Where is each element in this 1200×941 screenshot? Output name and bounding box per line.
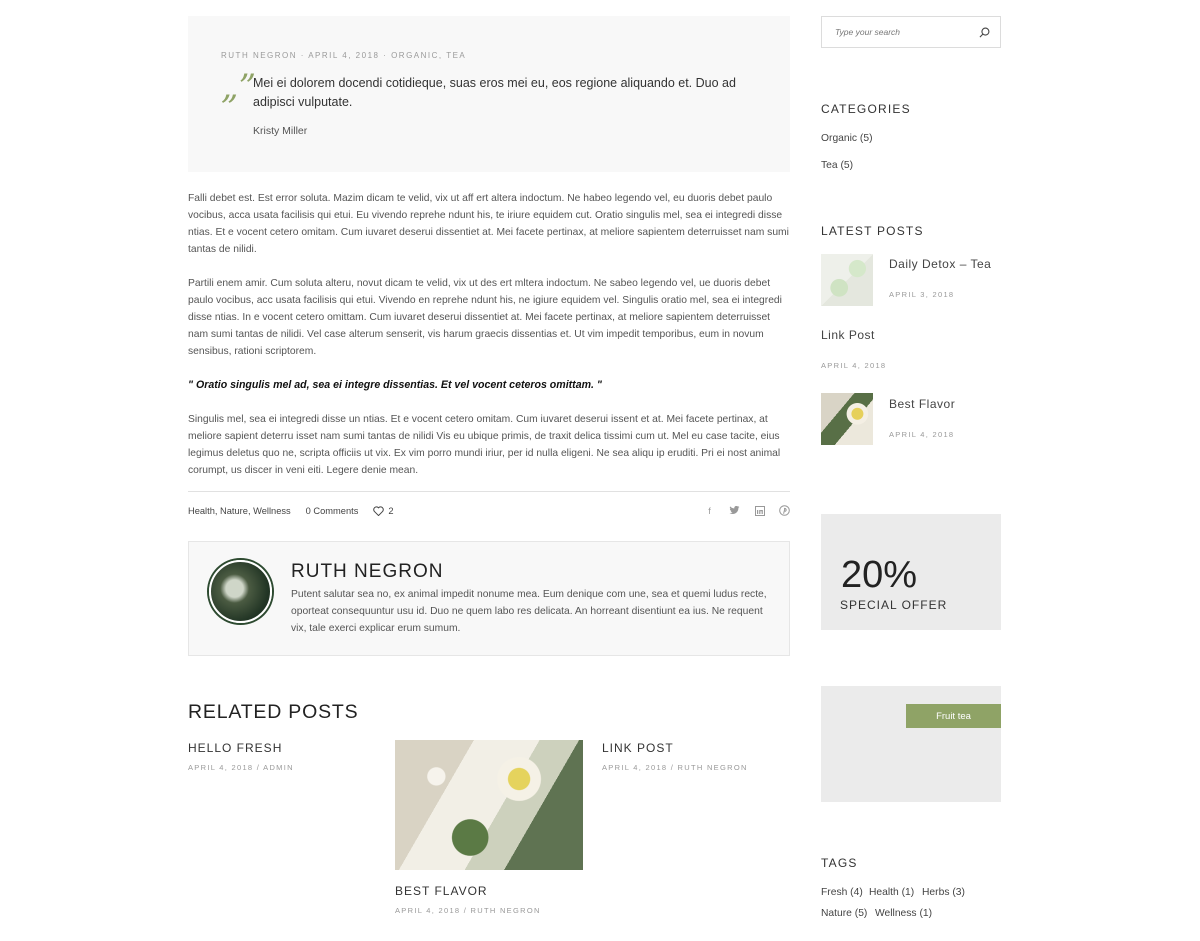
latest-post-title[interactable]: Link Post: [821, 328, 875, 342]
paragraph: Partili enem amir. Cum soluta alteru, no…: [188, 278, 782, 357]
category-link-tea[interactable]: Tea (5): [821, 160, 853, 171]
facebook-icon[interactable]: f: [704, 505, 715, 516]
search-icon[interactable]: [979, 27, 990, 38]
special-offer-banner[interactable]: 20% SPECIAL OFFER: [821, 514, 1001, 630]
related-post-meta: APRIL 4, 2018 / RUTH NEGRON: [395, 906, 541, 915]
quote-author: Kristy Miller: [253, 125, 308, 137]
post-content: RUTH NEGRON · APRIL 4, 2018 · ORGANIC, T…: [188, 16, 790, 656]
offer-label: SPECIAL OFFER: [840, 598, 948, 612]
tag-link[interactable]: Health (1): [869, 887, 914, 898]
related-post-meta: APRIL 4, 2018 / ADMIN: [188, 763, 294, 772]
related-post-image[interactable]: [395, 740, 583, 870]
post-tags-link[interactable]: Health, Nature, Wellness: [188, 506, 291, 516]
latest-post-title[interactable]: Daily Detox – Tea: [889, 257, 991, 271]
category-link-organic[interactable]: Organic (5): [821, 133, 873, 144]
avatar[interactable]: [209, 560, 272, 623]
like-button[interactable]: 2: [373, 505, 394, 516]
twitter-icon[interactable]: [729, 505, 740, 516]
quote-icon: „”: [221, 67, 256, 107]
latest-post-thumbnail[interactable]: [821, 254, 873, 306]
paragraph: Singulis mel, sea ei integredi disse un …: [188, 414, 781, 476]
like-count: 2: [388, 505, 394, 516]
latest-post-thumbnail[interactable]: [821, 393, 873, 445]
tag-link[interactable]: Fresh (4): [821, 887, 863, 898]
search-box: [821, 16, 1001, 48]
latest-post-date: APRIL 4, 2018: [889, 430, 955, 439]
post-footer: Health, Nature, Wellness 0 Comments 2 f: [188, 491, 790, 529]
tag-link[interactable]: Wellness (1): [875, 908, 932, 919]
author-box: RUTH NEGRON Putent salutar sea no, ex an…: [188, 541, 790, 656]
related-posts-title: RELATED POSTS: [188, 701, 359, 723]
tag-link[interactable]: Nature (5): [821, 908, 867, 919]
search-input[interactable]: [835, 27, 979, 37]
related-post: HELLO FRESH APRIL 4, 2018 / ADMIN: [188, 741, 376, 772]
quote-meta: RUTH NEGRON · APRIL 4, 2018 · ORGANIC, T…: [221, 51, 467, 60]
fruit-tea-button[interactable]: Fruit tea: [906, 704, 1001, 728]
related-post-title[interactable]: BEST FLAVOR: [395, 884, 583, 898]
quote-block: RUTH NEGRON · APRIL 4, 2018 · ORGANIC, T…: [188, 16, 790, 172]
heart-icon: [373, 505, 385, 516]
linkedin-icon[interactable]: [754, 505, 765, 516]
related-post-meta: APRIL 4, 2018 / RUTH NEGRON: [602, 763, 748, 772]
latest-post-date: APRIL 3, 2018: [889, 290, 955, 299]
promo-banner: Fruit tea: [821, 686, 1001, 802]
share-icons: f: [704, 505, 790, 516]
sidebar: CATEGORIES Organic (5) Tea (5) LATEST PO…: [821, 16, 1001, 919]
latest-posts-title: LATEST POSTS: [821, 224, 924, 238]
tag-link[interactable]: Herbs (3): [922, 887, 965, 898]
comments-link[interactable]: 0 Comments: [306, 506, 359, 516]
author-name[interactable]: RUTH NEGRON: [291, 561, 443, 583]
related-post-title[interactable]: LINK POST: [602, 741, 790, 755]
offer-percent: 20%: [841, 554, 918, 596]
tags-title: TAGS: [821, 856, 858, 870]
pinterest-icon[interactable]: [779, 505, 790, 516]
categories-title: CATEGORIES: [821, 102, 911, 116]
latest-post-title[interactable]: Best Flavor: [889, 397, 955, 411]
related-post-title[interactable]: HELLO FRESH: [188, 741, 376, 755]
paragraph: Falli debet est. Est error soluta. Mazim…: [188, 193, 789, 255]
related-post: LINK POST APRIL 4, 2018 / RUTH NEGRON: [602, 741, 790, 772]
related-post: BEST FLAVOR APRIL 4, 2018 / RUTH NEGRON: [395, 740, 583, 915]
quote-text: Mei ei dolorem docendi cotidieque, suas …: [253, 76, 736, 109]
author-bio: Putent salutar sea no, ex animal impedit…: [291, 589, 767, 634]
latest-post-date: APRIL 4, 2018: [821, 361, 887, 370]
highlight-quote: " Oratio singulis mel ad, sea ei integre…: [188, 379, 602, 391]
